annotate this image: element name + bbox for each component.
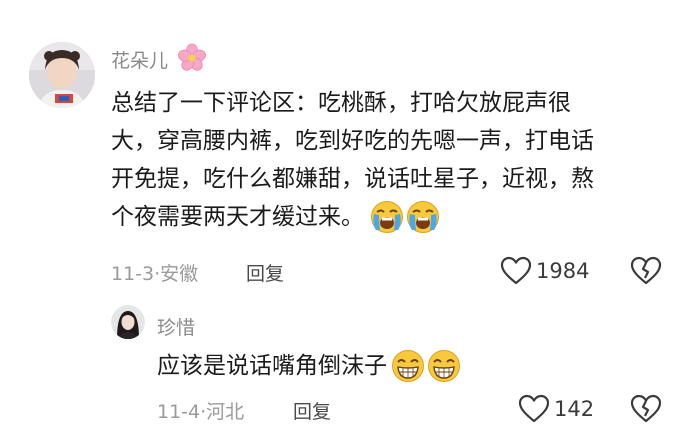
grinning-face-icon bbox=[427, 349, 461, 383]
avatar[interactable] bbox=[29, 42, 95, 108]
comment-text-line: 大，穿高腰内裤，吃到好吃的先嗯一声，打电话 bbox=[111, 128, 594, 154]
comment-text-line: 开免提，吃什么都嫌甜，说话吐星子，近视，熬 bbox=[111, 166, 594, 192]
username[interactable]: 花朵儿 bbox=[111, 50, 168, 72]
cherry-blossom-icon bbox=[177, 43, 207, 73]
comment-text-line-last: 个夜需要两天才缓过来。 bbox=[111, 198, 594, 236]
avatar[interactable] bbox=[111, 305, 145, 339]
reply-button[interactable]: 回复 bbox=[293, 401, 331, 423]
dislike-button[interactable] bbox=[630, 256, 662, 286]
reply-button[interactable]: 回复 bbox=[246, 263, 284, 285]
comment-date: 11-4 bbox=[157, 401, 201, 423]
comment-location: 河北 bbox=[206, 401, 245, 423]
loudly-crying-face-icon bbox=[406, 200, 440, 234]
comment-text: 应该是说话嘴角倒沫子 bbox=[157, 347, 461, 385]
like-count: 142 bbox=[554, 397, 595, 421]
comment-text-line: 个夜需要两天才缓过来。 bbox=[111, 204, 364, 230]
comment-meta: 11-4·河北 bbox=[157, 401, 245, 423]
comment-location: 安徽 bbox=[160, 263, 199, 285]
dislike-button[interactable] bbox=[630, 394, 662, 424]
comment-text: 总结了一下评论区：吃桃酥，打哈欠放屁声很 大，穿高腰内裤，吃到好吃的先嗯一声，打… bbox=[111, 84, 594, 236]
like-button[interactable]: 1984 bbox=[500, 256, 589, 286]
broken-heart-icon bbox=[630, 256, 662, 286]
loudly-crying-face-icon bbox=[370, 200, 404, 234]
heart-icon bbox=[518, 394, 550, 424]
comment-date: 11-3 bbox=[111, 263, 155, 285]
comment-meta: 11-3·安徽 bbox=[111, 263, 199, 285]
comment-text-line: 总结了一下评论区：吃桃酥，打哈欠放屁声很 bbox=[111, 90, 571, 116]
like-count: 1984 bbox=[536, 259, 590, 283]
broken-heart-icon bbox=[630, 394, 662, 424]
like-button[interactable]: 142 bbox=[518, 394, 594, 424]
heart-icon bbox=[500, 256, 532, 286]
username[interactable]: 珍惜 bbox=[157, 317, 195, 339]
comment-text-line: 应该是说话嘴角倒沫子 bbox=[157, 353, 387, 379]
grinning-face-icon bbox=[391, 349, 425, 383]
